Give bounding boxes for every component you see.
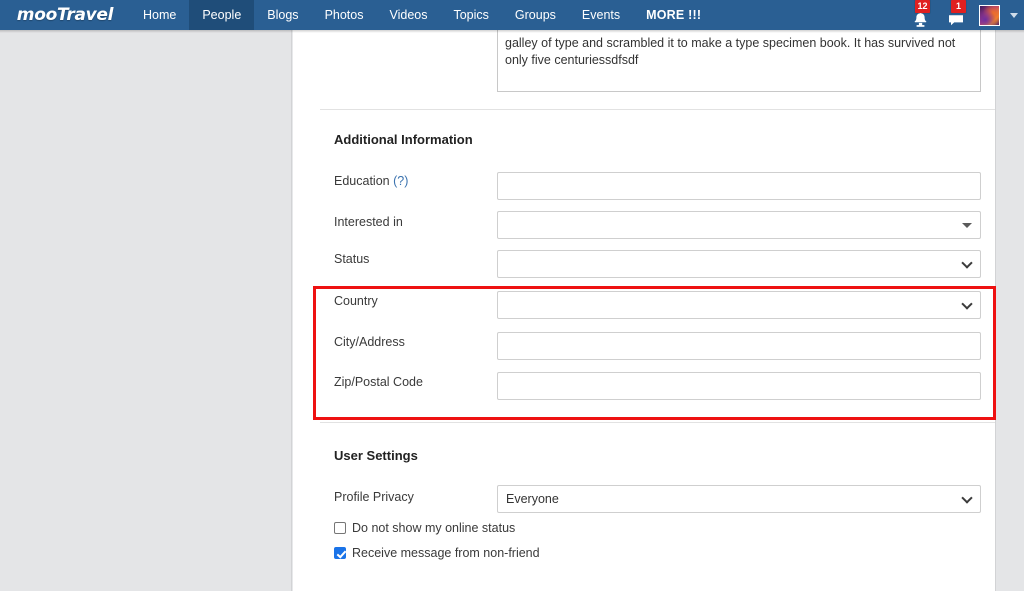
messages-badge: 1 xyxy=(951,0,966,13)
divider-above-additional-info xyxy=(320,109,995,110)
input-zip-postal-code[interactable] xyxy=(497,372,981,400)
checkbox-row-receive-message-non-friend[interactable]: Receive message from non-friend xyxy=(334,546,540,560)
section-title-user-settings: User Settings xyxy=(334,448,418,463)
page-body: galley of type and scrambled it to make … xyxy=(0,30,1024,591)
label-profile-privacy: Profile Privacy xyxy=(334,490,414,504)
select-status[interactable] xyxy=(497,250,981,278)
label-interested-in: Interested in xyxy=(334,215,403,229)
right-gutter xyxy=(995,30,1024,591)
notifications-badge: 12 xyxy=(915,0,930,13)
topbar-shadow xyxy=(0,30,1024,33)
input-city-address[interactable] xyxy=(497,332,981,360)
select-interested-in[interactable] xyxy=(497,211,981,239)
about-textarea[interactable]: galley of type and scrambled it to make … xyxy=(497,30,981,92)
nav-item-groups[interactable]: Groups xyxy=(502,0,569,30)
label-education: Education (?) xyxy=(334,174,408,188)
nav-item-events[interactable]: Events xyxy=(569,0,633,30)
label-zip-postal-code: Zip/Postal Code xyxy=(334,375,423,389)
site-logo[interactable]: mooTravel xyxy=(0,0,130,30)
message-icon xyxy=(949,15,963,26)
divider-above-user-settings xyxy=(320,422,995,423)
label-status: Status xyxy=(334,252,370,266)
label-education-text: Education xyxy=(334,174,390,188)
chevron-down-icon[interactable] xyxy=(1010,12,1018,18)
messages-button[interactable]: 1 xyxy=(943,0,969,28)
header-actions: 12 1 xyxy=(907,0,1024,30)
checkbox-row-hide-online-status[interactable]: Do not show my online status xyxy=(334,521,515,535)
label-city-address: City/Address xyxy=(334,335,405,349)
nav-item-videos[interactable]: Videos xyxy=(376,0,440,30)
checkbox-hide-online-status[interactable] xyxy=(334,522,346,534)
chevron-down-icon xyxy=(961,492,973,504)
chevron-down-icon xyxy=(961,257,973,269)
notifications-button[interactable]: 12 xyxy=(907,0,933,28)
checkbox-label-hide-online-status: Do not show my online status xyxy=(352,521,516,535)
checkbox-receive-message-non-friend[interactable] xyxy=(334,547,346,559)
input-education[interactable] xyxy=(497,172,981,200)
checkbox-label-receive-message-non-friend: Receive message from non-friend xyxy=(352,546,540,560)
select-profile-privacy[interactable]: Everyone xyxy=(497,485,981,513)
main-navigation: Home People Blogs Photos Videos Topics G… xyxy=(130,0,714,30)
nav-item-topics[interactable]: Topics xyxy=(440,0,501,30)
section-title-additional-information: Additional Information xyxy=(334,132,473,147)
select-country[interactable] xyxy=(497,291,981,319)
label-country: Country xyxy=(334,294,378,308)
caret-down-icon xyxy=(962,223,972,228)
nav-item-more[interactable]: MORE !!! xyxy=(633,0,714,30)
nav-item-home[interactable]: Home xyxy=(130,0,189,30)
nav-item-photos[interactable]: Photos xyxy=(312,0,377,30)
education-help-link[interactable]: (?) xyxy=(393,174,408,188)
left-gutter xyxy=(0,30,292,591)
profile-edit-form: galley of type and scrambled it to make … xyxy=(293,30,996,591)
nav-item-blogs[interactable]: Blogs xyxy=(254,0,311,30)
top-navigation-bar: mooTravel Home People Blogs Photos Video… xyxy=(0,0,1024,30)
chevron-down-icon xyxy=(961,298,973,310)
nav-item-people[interactable]: People xyxy=(189,0,255,30)
avatar[interactable] xyxy=(979,4,1000,26)
